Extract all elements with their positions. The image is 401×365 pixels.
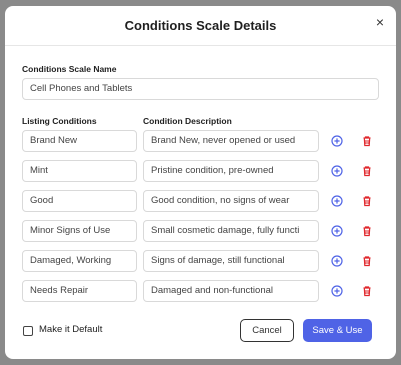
trash-icon[interactable] <box>361 225 373 237</box>
trash-icon[interactable] <box>361 255 373 267</box>
scale-name-label: Conditions Scale Name <box>22 64 117 74</box>
plus-circle-icon[interactable] <box>331 285 343 297</box>
description-input[interactable]: Small cosmetic damage, fully functi <box>143 220 319 242</box>
close-icon[interactable]: × <box>372 14 388 30</box>
condition-input[interactable]: Brand New <box>22 130 137 152</box>
plus-circle-icon[interactable] <box>331 195 343 207</box>
plus-circle-icon[interactable] <box>331 135 343 147</box>
trash-icon[interactable] <box>361 165 373 177</box>
conditions-scale-dialog: Conditions Scale Details × Conditions Sc… <box>5 6 396 359</box>
dialog-header: Conditions Scale Details × <box>5 6 396 46</box>
plus-circle-icon[interactable] <box>331 165 343 177</box>
condition-input[interactable]: Good <box>22 190 137 212</box>
trash-icon[interactable] <box>361 285 373 297</box>
condition-description-label: Condition Description <box>143 116 232 126</box>
listing-conditions-label: Listing Conditions <box>22 116 97 126</box>
scale-name-input[interactable]: Cell Phones and Tablets <box>22 78 379 100</box>
plus-circle-icon[interactable] <box>331 225 343 237</box>
description-input[interactable]: Signs of damage, still functional <box>143 250 319 272</box>
trash-icon[interactable] <box>361 195 373 207</box>
description-input[interactable]: Pristine condition, pre-owned <box>143 160 319 182</box>
cancel-button[interactable]: Cancel <box>240 319 294 342</box>
condition-input[interactable]: Needs Repair <box>22 280 137 302</box>
make-default-label: Make it Default <box>39 324 103 335</box>
description-input[interactable]: Brand New, never opened or used <box>143 130 319 152</box>
dialog-title: Conditions Scale Details <box>124 18 277 33</box>
description-input[interactable]: Damaged and non-functional <box>143 280 319 302</box>
condition-input[interactable]: Damaged, Working <box>22 250 137 272</box>
condition-input[interactable]: Minor Signs of Use <box>22 220 137 242</box>
description-input[interactable]: Good condition, no signs of wear <box>143 190 319 212</box>
save-and-use-button[interactable]: Save & Use <box>303 319 372 342</box>
plus-circle-icon[interactable] <box>331 255 343 267</box>
condition-input[interactable]: Mint <box>22 160 137 182</box>
make-default-checkbox[interactable] <box>23 326 33 336</box>
trash-icon[interactable] <box>361 135 373 147</box>
